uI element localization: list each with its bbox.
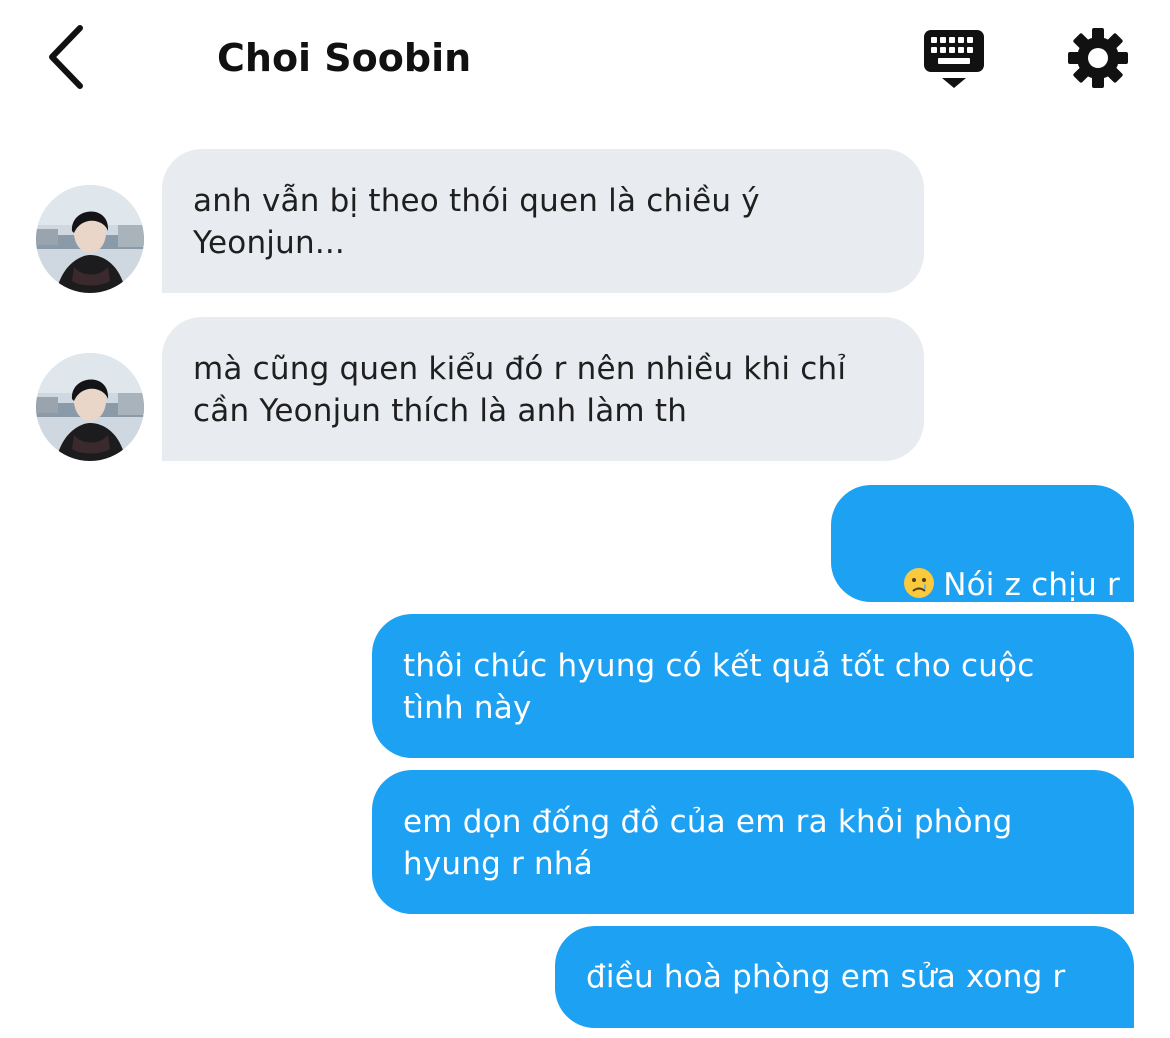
message-text: anh vẫn bị theo thói quen là chiều ý Yeo…: [193, 183, 760, 261]
gear-icon: [1068, 28, 1128, 88]
avatar[interactable]: [36, 353, 144, 461]
message-bubble-outgoing[interactable]: em dọn đống đồ của em ra khỏi phòng hyun…: [372, 770, 1134, 914]
chat-header: Choi Soobin: [0, 0, 1170, 120]
message-text: em dọn đống đồ của em ra khỏi phòng hyun…: [403, 804, 1013, 882]
message-bubble-incoming[interactable]: anh vẫn bị theo thói quen là chiều ý Yeo…: [162, 149, 924, 293]
back-button[interactable]: [30, 22, 100, 92]
message-text: Nói z chịu r: [943, 567, 1120, 603]
message-bubble-outgoing[interactable]: Nói z chịu r: [831, 485, 1134, 603]
message-text: mà cũng quen kiểu đó r nên nhiều khi chỉ…: [193, 351, 847, 429]
chevron-left-icon: [49, 25, 83, 89]
message-text: thôi chúc hyung có kết quả tốt cho cuộc …: [403, 648, 1035, 726]
message-text: điều hoà phòng em sửa xong r: [586, 959, 1066, 995]
avatar[interactable]: [36, 185, 144, 293]
settings-button[interactable]: [1064, 24, 1132, 92]
message-bubble-outgoing[interactable]: thôi chúc hyung có kết quả tốt cho cuộc …: [372, 614, 1134, 758]
keyboard-icon: [924, 30, 984, 88]
keyboard-button[interactable]: [918, 26, 990, 92]
message-bubble-incoming[interactable]: mà cũng quen kiểu đó r nên nhiều khi chỉ…: [162, 317, 924, 461]
chat-title[interactable]: Choi Soobin: [217, 34, 471, 82]
crying-face-emoji: [904, 568, 935, 598]
message-bubble-outgoing[interactable]: điều hoà phòng em sửa xong r: [555, 926, 1134, 1028]
